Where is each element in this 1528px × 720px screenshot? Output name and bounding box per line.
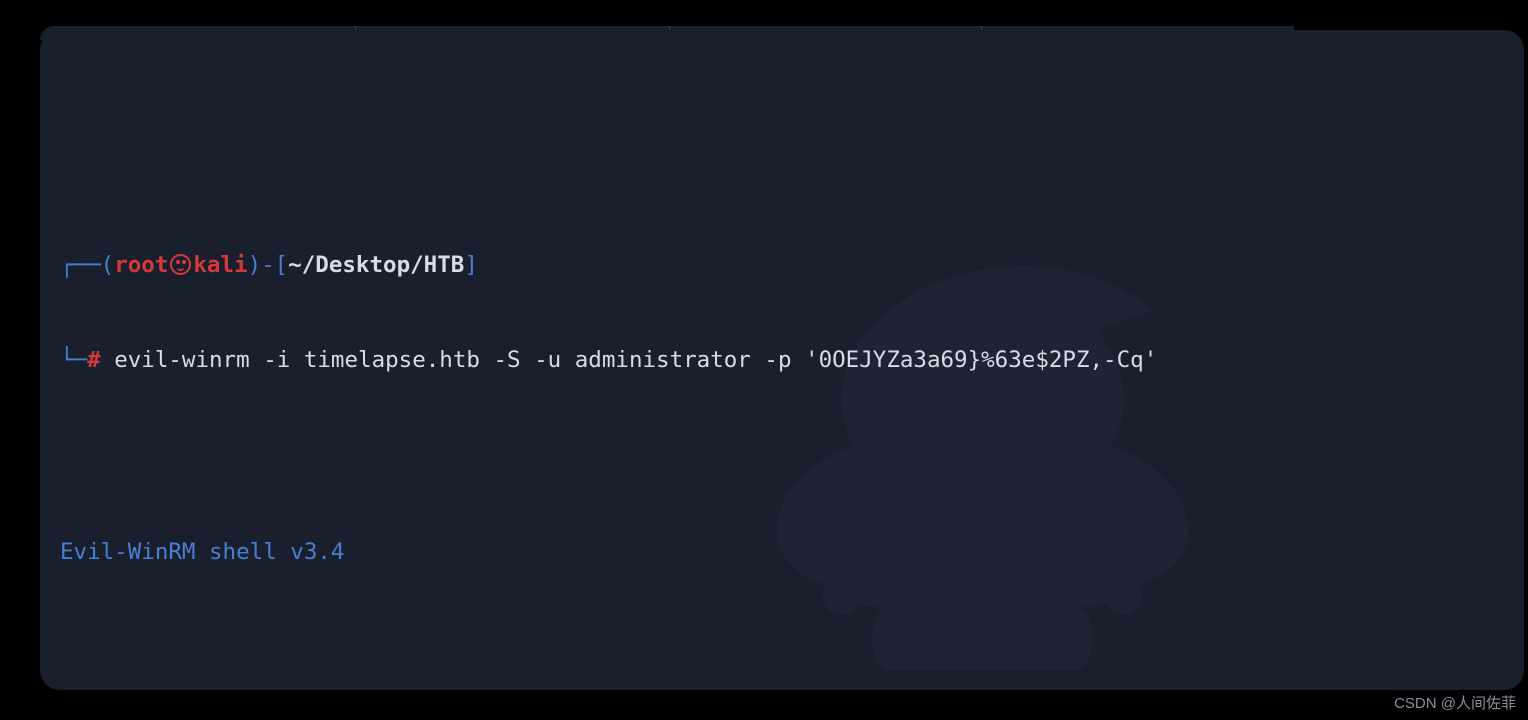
command-text: evil-winrm -i timelapse.htb -S -u admini…: [114, 347, 1157, 373]
prompt-hash: #: [87, 347, 101, 373]
prompt-corner-top: ┌──(: [60, 252, 114, 278]
skull-icon: [170, 254, 191, 275]
prompt-sep1: )-[: [248, 252, 289, 278]
prompt-corner-bottom: └─: [60, 347, 87, 373]
prompt-user: root: [114, 252, 168, 278]
terminal-output: ┌──(root kali)-[~/Desktop/HTB] └─# evil-w…: [60, 186, 1504, 690]
watermark: CSDN @人间佐菲: [1394, 693, 1516, 714]
prompt-sep2: ]: [464, 252, 478, 278]
prompt-host: kali: [193, 252, 247, 278]
prompt-path: ~/Desktop/HTB: [288, 252, 464, 278]
banner: Evil-WinRM shell v3.4: [60, 539, 344, 565]
terminal-window[interactable]: ┌──(root kali)-[~/Desktop/HTB] └─# evil-w…: [40, 30, 1524, 690]
